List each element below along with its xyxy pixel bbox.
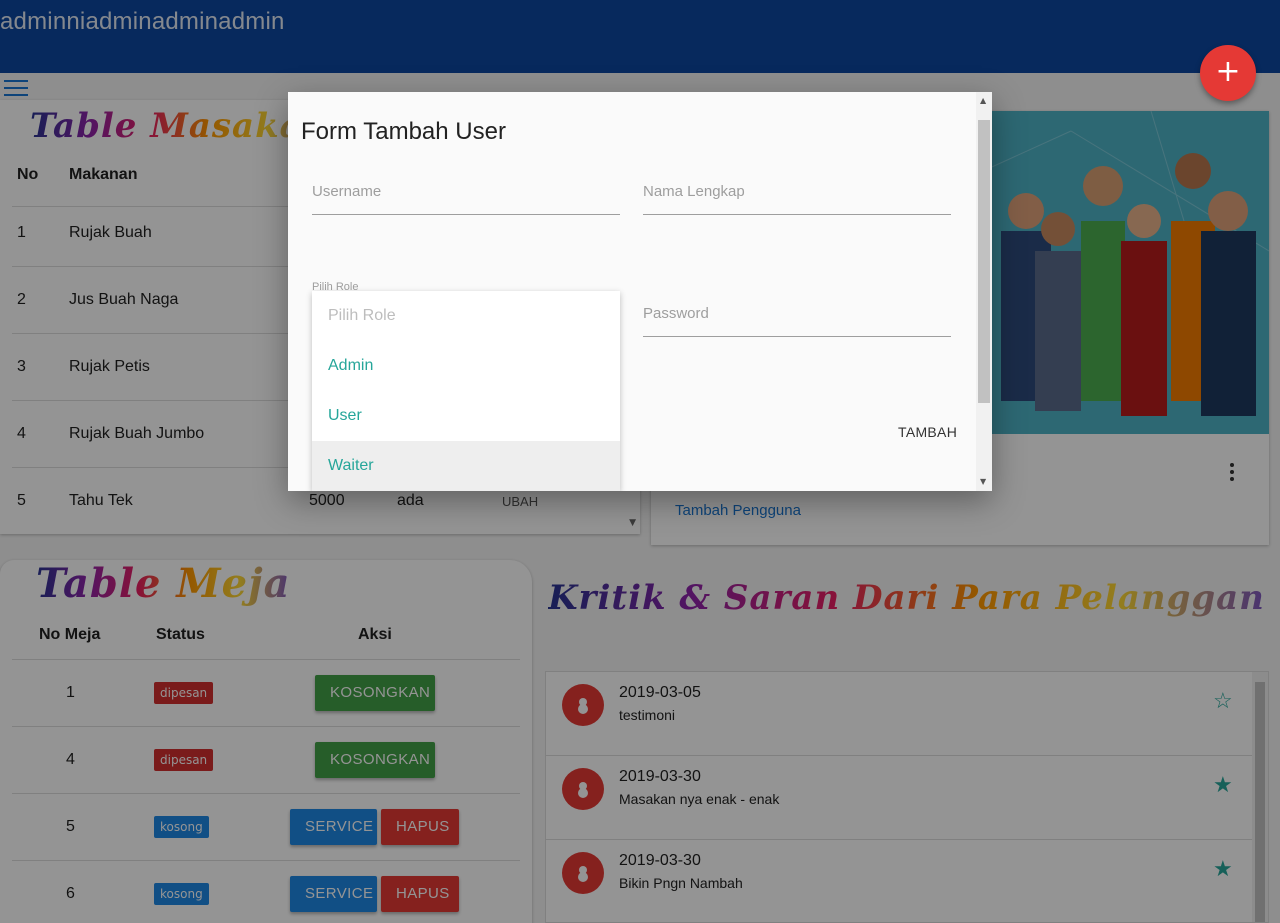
username-field[interactable]: Username — [312, 183, 620, 215]
modal-title: Form Tambah User — [301, 118, 506, 145]
form-tambah-user-modal: Form Tambah User Username Nama Lengkap P… — [288, 92, 992, 491]
role-dropdown: Pilih Role Admin User Waiter — [312, 291, 620, 491]
password-placeholder: Password — [643, 305, 709, 322]
add-fab-button[interactable]: + — [1200, 45, 1256, 101]
nama-lengkap-field[interactable]: Nama Lengkap — [643, 183, 951, 215]
password-field[interactable]: Password — [643, 305, 951, 337]
username-placeholder: Username — [312, 183, 382, 200]
role-option-placeholder: Pilih Role — [328, 307, 396, 324]
tambah-button[interactable]: TAMBAH — [898, 424, 957, 440]
role-option-admin[interactable]: Admin — [312, 341, 620, 391]
modal-scrollbar[interactable]: ▲ ▼ — [976, 92, 992, 491]
nama-lengkap-placeholder: Nama Lengkap — [643, 183, 745, 200]
role-option-waiter[interactable]: Waiter — [312, 441, 620, 491]
role-option-user[interactable]: User — [312, 391, 620, 441]
